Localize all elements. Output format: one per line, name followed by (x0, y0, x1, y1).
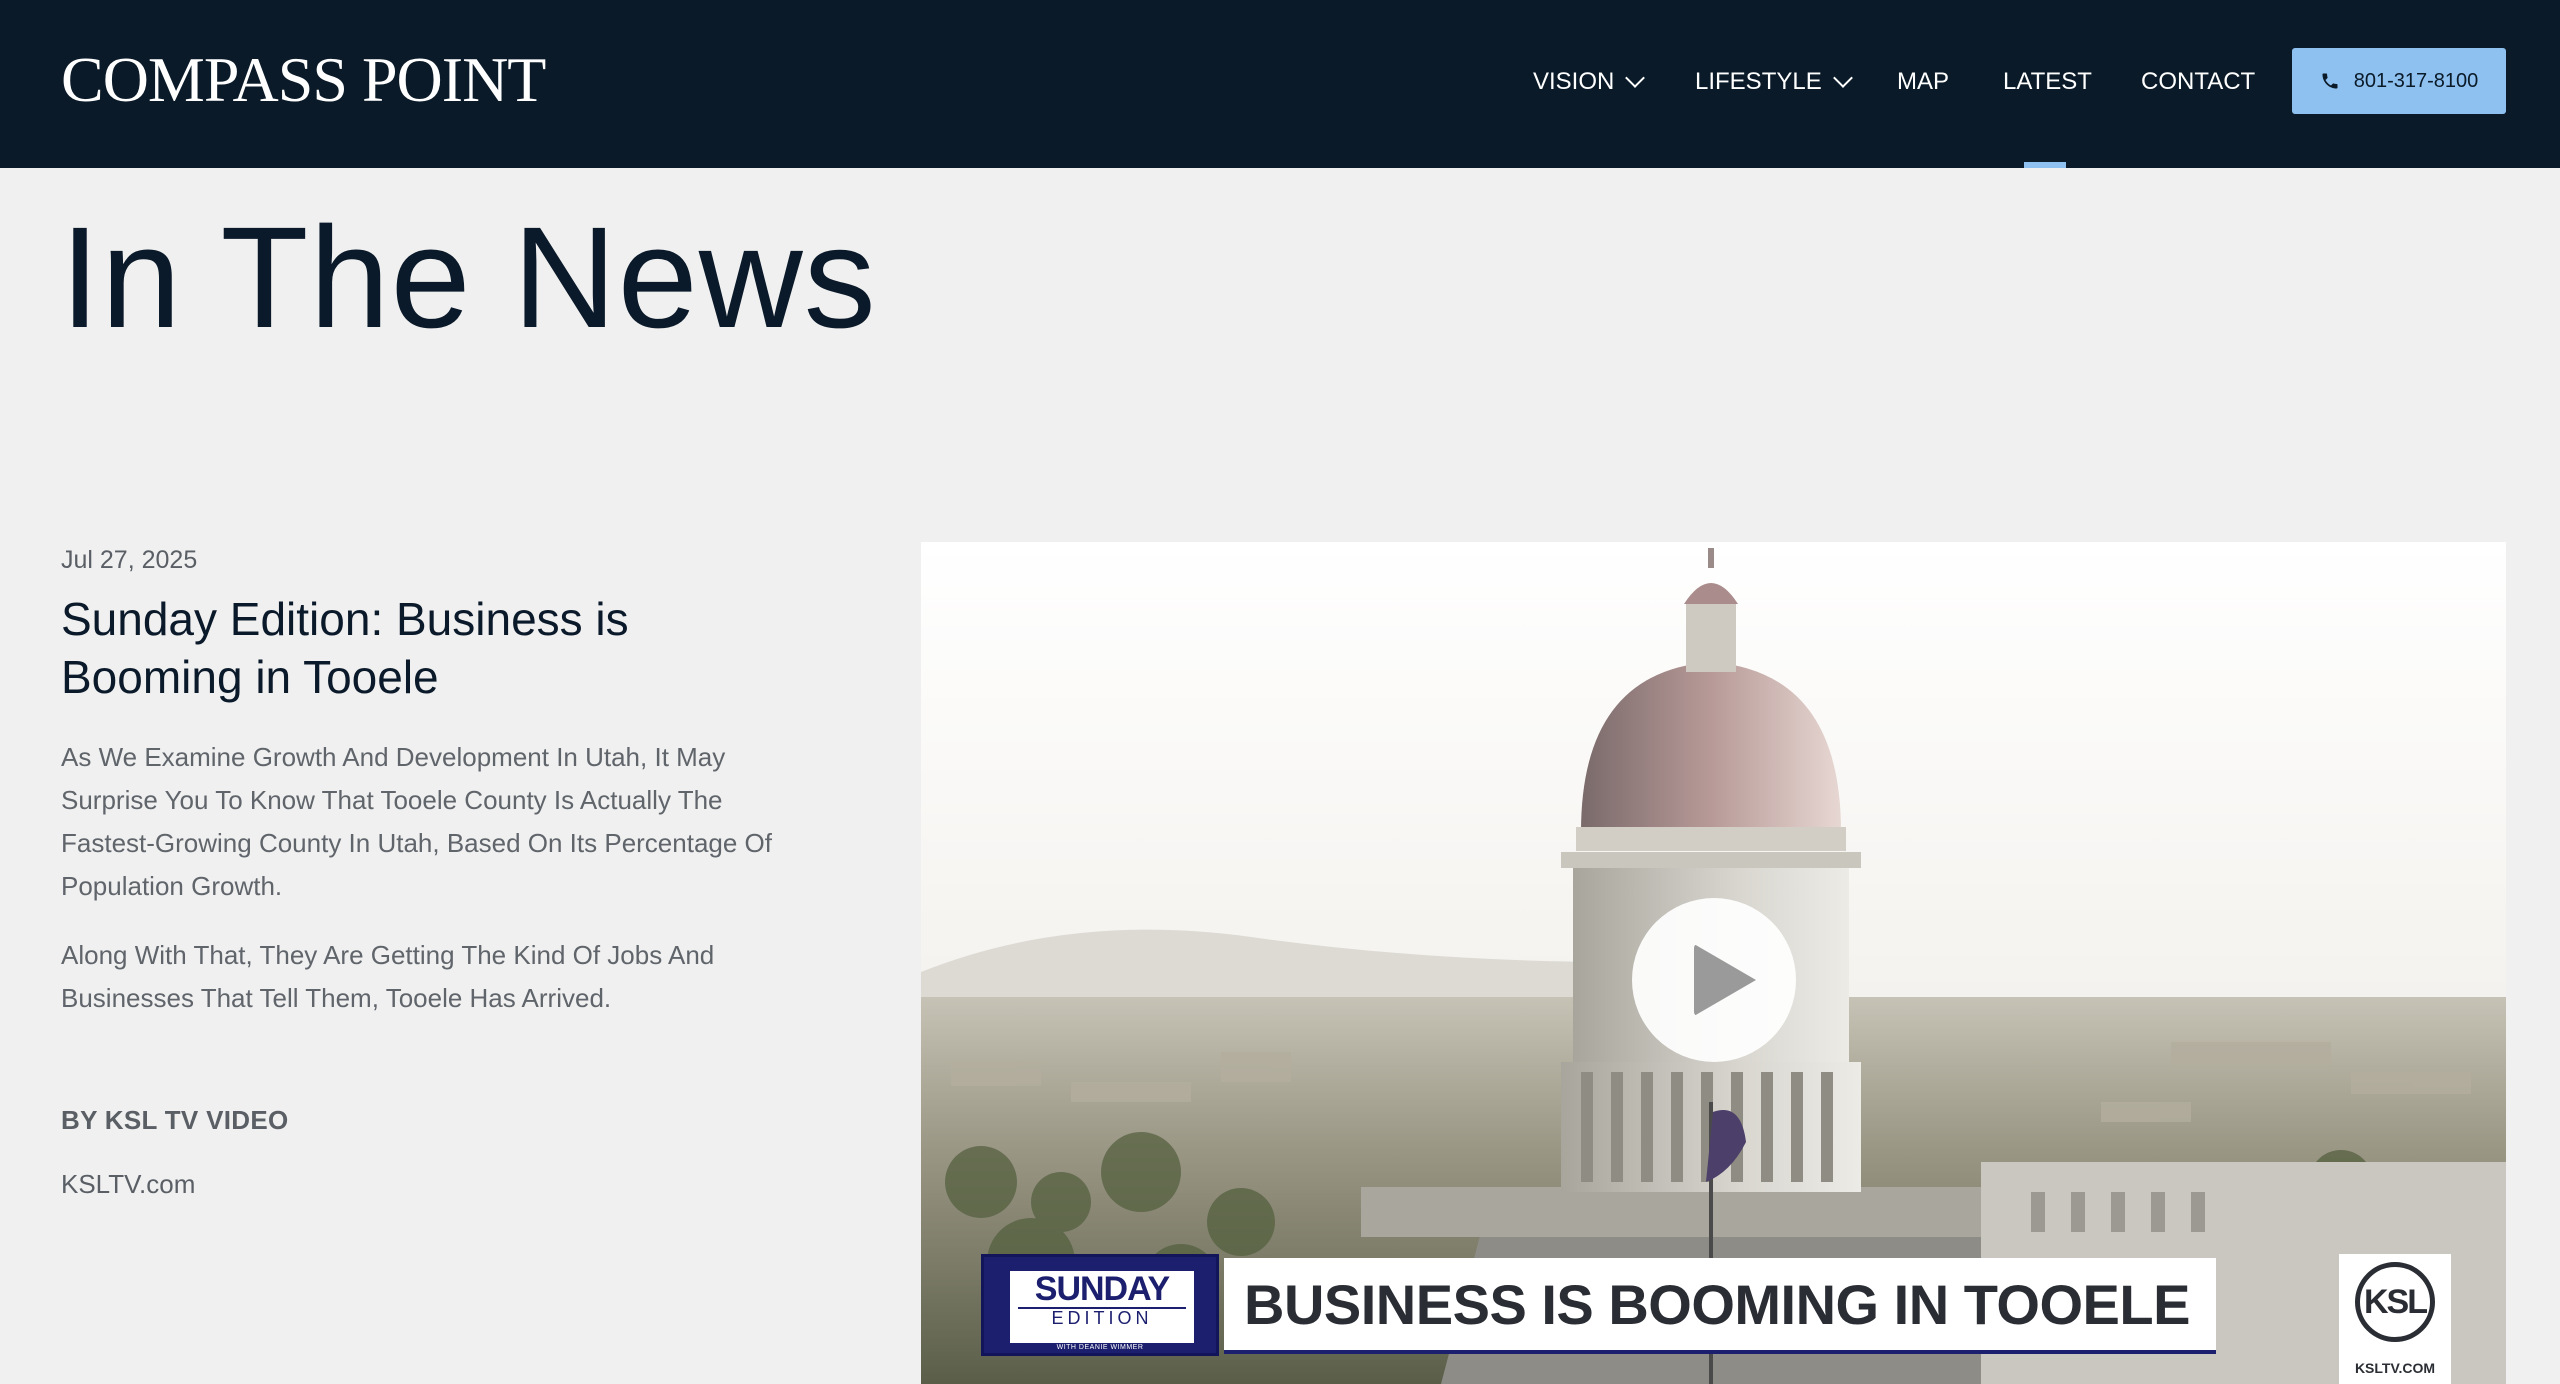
station-logo-box: KSL KSLTV.COM (2339, 1254, 2451, 1384)
nav-item-label: LATEST (2003, 68, 2092, 95)
nav-item-contact[interactable]: CONTACT (2141, 62, 2255, 102)
show-name: SUNDAY (1034, 1270, 1170, 1308)
nav-item-label: LIFESTYLE (1695, 68, 1822, 95)
nav-item-label: MAP (1897, 68, 1950, 95)
broadcast-lower-third: SUNDAY EDITION WITH DEANIE WIMMER BUSINE… (981, 1254, 2506, 1384)
article-byline: BY KSL TV VIDEO (61, 1105, 289, 1135)
play-button[interactable] (1632, 898, 1796, 1062)
article-source[interactable]: KSLTV.com (61, 1164, 781, 1204)
nav-item-label: CONTACT (2141, 68, 2256, 95)
article-paragraph: As We Examine Growth And Development In … (61, 742, 773, 901)
video-headline-box: BUSINESS IS BOOMING IN TOOELE (1224, 1258, 2216, 1354)
nav-item-latest[interactable]: LATEST (2003, 62, 2092, 102)
news-article: Jul 27, 2025 Sunday Edition: Business is… (61, 540, 781, 1204)
nav-active-indicator (2024, 162, 2066, 168)
show-logo: SUNDAY EDITION WITH DEANIE WIMMER (981, 1254, 1219, 1356)
phone-number: 801-317-8100 (2353, 69, 2479, 92)
article-paragraph: Along With That, They Are Getting The Ki… (61, 940, 715, 1013)
chevron-down-icon (1625, 68, 1646, 88)
article-date: Jul 27, 2025 (61, 546, 198, 574)
phone-button[interactable]: 801-317-8100 (2292, 48, 2506, 114)
site-header: COMPASS POINT VISION LIFESTYLE MAP LATES… (0, 0, 2560, 168)
nav-item-lifestyle[interactable]: LIFESTYLE (1695, 62, 1853, 102)
ksl-logo: KSL (2355, 1262, 2435, 1342)
nav-item-map[interactable]: MAP (1897, 62, 1949, 102)
chevron-down-icon (1832, 68, 1853, 88)
article-title[interactable]: Sunday Edition: Business is Booming in T… (61, 590, 781, 706)
page-title: In The News (60, 197, 877, 358)
phone-icon (2322, 73, 2338, 89)
nav-item-label: VISION (1533, 68, 1615, 95)
video-player[interactable]: SUNDAY EDITION WITH DEANIE WIMMER BUSINE… (921, 542, 2506, 1384)
station-url: KSLTV.COM (2354, 1360, 2436, 1376)
nav-item-vision[interactable]: VISION (1533, 62, 1646, 102)
play-icon (1694, 944, 1756, 1016)
show-sub: EDITION (1018, 1307, 1186, 1327)
show-host: WITH DEANIE WIMMER (1056, 1344, 1144, 1351)
site-logo[interactable]: COMPASS POINT (61, 40, 546, 120)
video-headline: BUSINESS IS BOOMING IN TOOELE (1244, 1272, 2190, 1336)
